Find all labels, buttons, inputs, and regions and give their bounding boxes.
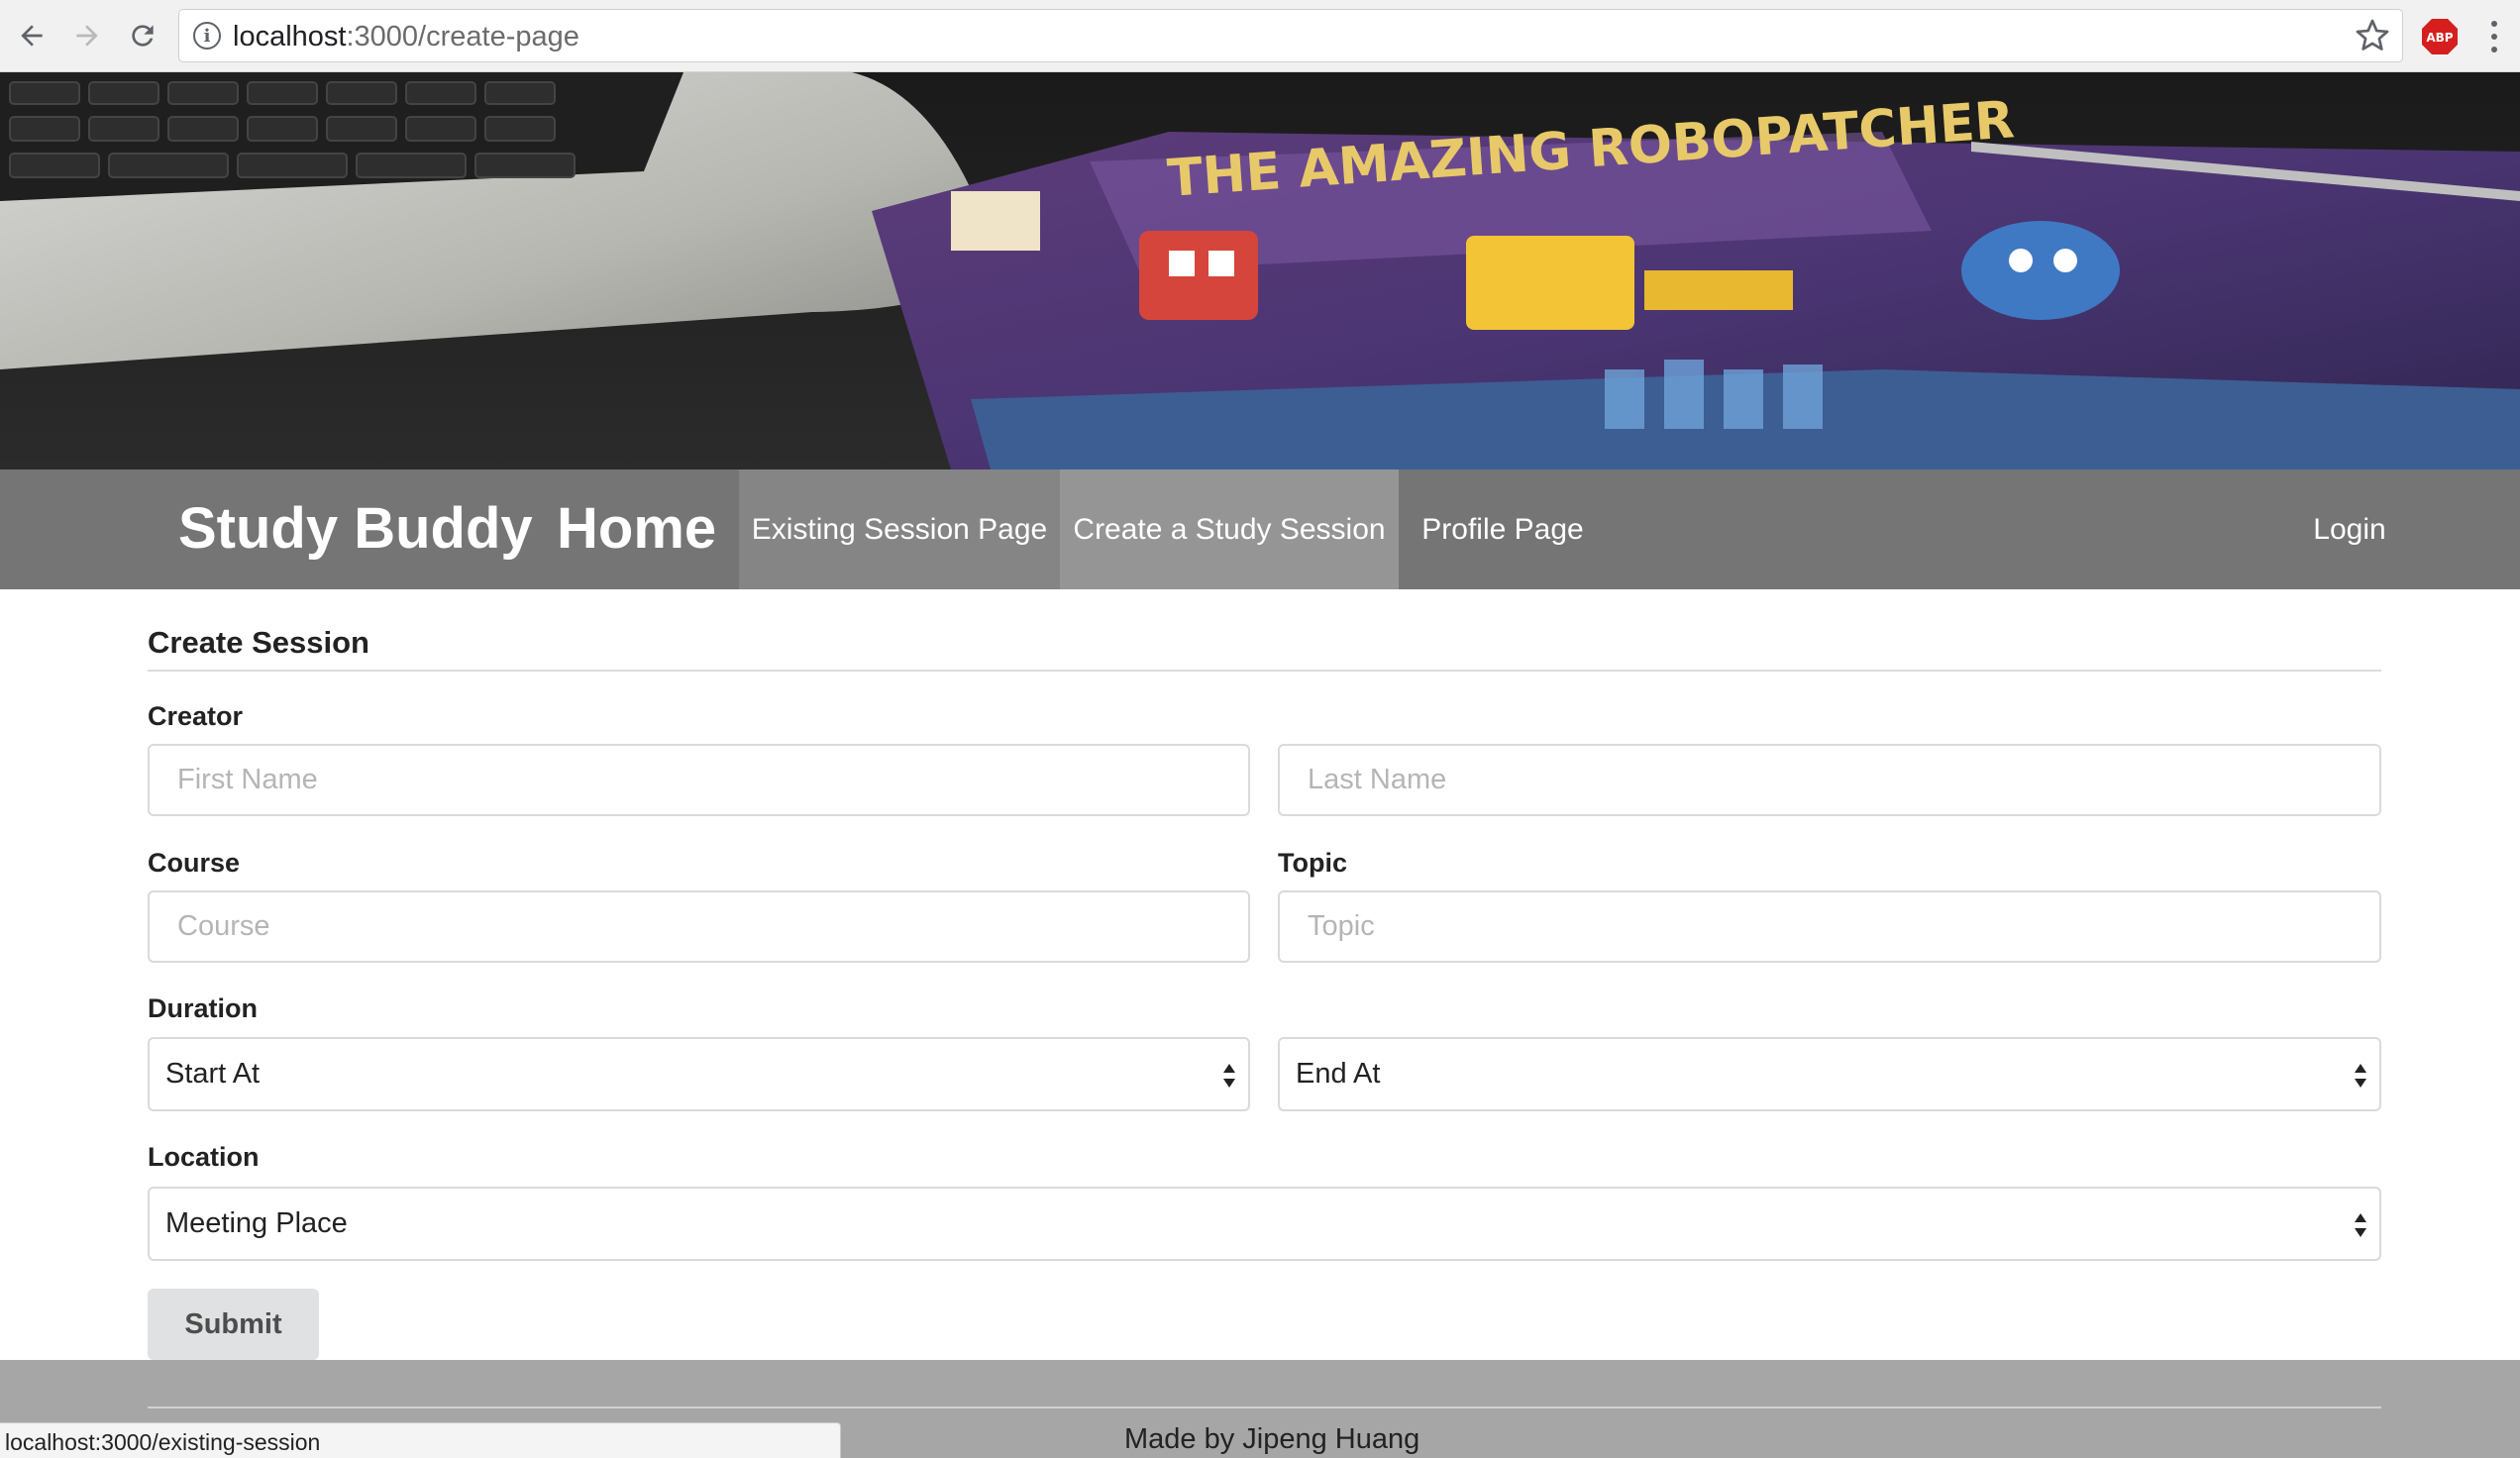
footer-credit: Made by Jipeng Huang bbox=[1124, 1423, 1420, 1455]
select-arrows-icon bbox=[2355, 1064, 2366, 1088]
start-time-value: Start At bbox=[165, 1058, 261, 1090]
creator-label: Creator bbox=[148, 701, 244, 731]
nav-login-link[interactable]: Login bbox=[2288, 469, 2411, 589]
location-label: Location bbox=[148, 1142, 260, 1172]
browser-toolbar: i localhost:3000/create-page ABP bbox=[0, 0, 2520, 72]
topic-input[interactable] bbox=[1278, 890, 2381, 963]
first-name-input[interactable] bbox=[148, 744, 1250, 816]
end-time-value: End At bbox=[1296, 1058, 1381, 1090]
topic-label: Topic bbox=[1278, 848, 1347, 878]
info-icon[interactable]: i bbox=[193, 22, 221, 50]
start-time-select[interactable]: Start At bbox=[148, 1037, 1250, 1111]
nav-existing-session-link[interactable]: Existing Session Page bbox=[739, 469, 1060, 589]
browser-status-bar: localhost:3000/existing-session bbox=[0, 1422, 841, 1458]
nav-home-link[interactable]: Home bbox=[557, 495, 716, 562]
page-root: i localhost:3000/create-page ABP THE AMA… bbox=[0, 0, 2520, 1458]
course-input[interactable] bbox=[148, 890, 1250, 963]
adblock-extension-icon[interactable]: ABP bbox=[2421, 18, 2459, 55]
last-name-input[interactable] bbox=[1278, 744, 2381, 816]
url-host: localhost bbox=[233, 21, 347, 52]
adblock-label: ABP bbox=[2426, 31, 2453, 45]
bookmark-star-icon[interactable] bbox=[2355, 18, 2390, 53]
footer-divider bbox=[148, 1406, 2381, 1408]
brand-link[interactable]: Study Buddy bbox=[178, 495, 533, 562]
address-bar[interactable]: i localhost:3000/create-page bbox=[178, 9, 2403, 62]
course-label: Course bbox=[148, 848, 241, 878]
location-value: Meeting Place bbox=[165, 1207, 348, 1239]
browser-menu-icon[interactable] bbox=[2482, 18, 2506, 55]
submit-button[interactable]: Submit bbox=[148, 1289, 319, 1360]
location-select[interactable]: Meeting Place bbox=[148, 1187, 2381, 1261]
back-arrow-icon[interactable] bbox=[10, 14, 53, 57]
reload-icon[interactable] bbox=[121, 14, 164, 57]
form-title: Create Session bbox=[148, 625, 369, 660]
url-path: :3000/create-page bbox=[346, 21, 579, 52]
duration-label: Duration bbox=[148, 993, 258, 1023]
select-arrows-icon bbox=[2355, 1213, 2366, 1237]
end-time-select[interactable]: End At bbox=[1278, 1037, 2381, 1111]
hero-banner-image: THE AMAZING ROBOPATCHER bbox=[0, 72, 2520, 469]
form-title-divider bbox=[148, 670, 2381, 672]
main-navbar: Study Buddy Home Existing Session Page C… bbox=[0, 469, 2520, 589]
nav-profile-link[interactable]: Profile Page bbox=[1399, 469, 1607, 589]
address-url: localhost:3000/create-page bbox=[233, 21, 579, 53]
nav-create-session-link[interactable]: Create a Study Session bbox=[1060, 469, 1399, 589]
select-arrows-icon bbox=[1223, 1064, 1235, 1088]
forward-arrow-icon[interactable] bbox=[65, 14, 109, 57]
